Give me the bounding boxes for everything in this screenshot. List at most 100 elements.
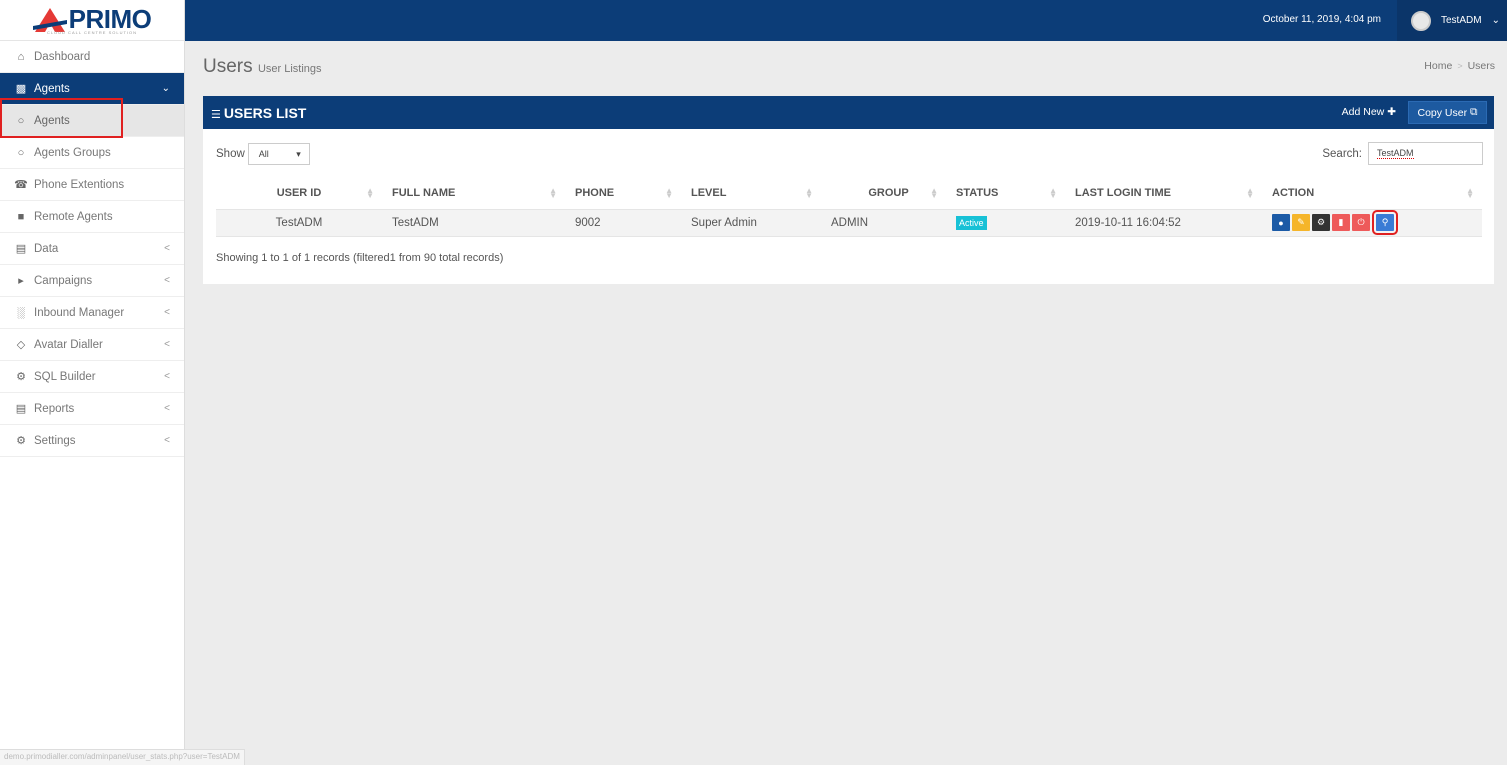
edit-button[interactable]: ✎ [1292, 214, 1310, 231]
sidebar-item-label: Dashboard [34, 50, 91, 63]
primo-logo-icon [32, 7, 67, 32]
chevron-left-icon: < [164, 435, 170, 446]
sort-icon: ▲ ▼ [805, 186, 813, 200]
breadcrumb-home[interactable]: Home [1424, 60, 1452, 72]
cell-actions: ● ✎ ⚙ ▮ ⏻ ⚲ [1262, 209, 1482, 237]
chevron-left-icon: < [164, 307, 170, 318]
sidebar-item-label: Remote Agents [34, 210, 113, 223]
sidebar-item-label: SQL Builder [34, 370, 96, 383]
sidebar-item-label: Inbound Manager [34, 306, 125, 319]
sidebar-item-reports[interactable]: ▤ Reports < [0, 393, 184, 425]
plus-icon: ✚ [1387, 106, 1396, 118]
column-header-full-name[interactable]: FULL NAME ▲ ▼ [382, 178, 565, 210]
page-header: Users User Listings [203, 56, 322, 78]
chevron-left-icon: < [164, 371, 170, 382]
top-bar: October 11, 2019, 4:04 pm TestADM ⌄ [185, 0, 1507, 41]
column-header-last-login[interactable]: LAST LOGIN TIME ▲ ▼ [1065, 178, 1262, 210]
sidebar-item-label: Campaigns [34, 274, 93, 287]
user-profile-button[interactable]: ● [1272, 214, 1290, 231]
sidebar: PRIMO CLOUD CALL CENTRE SOLUTION ⌂ Dashb… [0, 0, 185, 765]
panel-title: ☰ USERS LIST [211, 104, 307, 121]
status-badge: Active [956, 215, 987, 230]
power-icon: ⏻ [1357, 217, 1365, 227]
sort-icon: ▲ ▼ [549, 186, 557, 200]
sidebar-item-campaigns[interactable]: ▸ Campaigns < [0, 265, 184, 297]
column-header-phone[interactable]: PHONE ▲ ▼ [565, 178, 681, 210]
column-header-level[interactable]: LEVEL ▲ ▼ [681, 178, 821, 210]
page-title: Users [203, 56, 253, 77]
sidebar-item-label: Phone Extentions [34, 178, 125, 191]
panel-header: ☰ USERS LIST Add New ✚ Copy User ⧉ [203, 96, 1494, 129]
users-list-panel: ☰ USERS LIST Add New ✚ Copy User ⧉ Show A… [203, 96, 1494, 284]
add-new-button[interactable]: Add New ✚ [1342, 106, 1396, 118]
remote-user-icon: ■ [17, 210, 25, 223]
sidebar-item-settings[interactable]: ⚙ Settings < [0, 425, 184, 457]
users-icon: ▩ [15, 83, 27, 95]
sidebar-item-agents[interactable]: ○ Agents [0, 105, 184, 137]
cell-full-name: TestADM [382, 209, 565, 237]
sort-icon: ▲ ▼ [665, 186, 673, 200]
chevron-left-icon: < [164, 403, 170, 414]
column-header-status[interactable]: STATUS ▲ ▼ [946, 178, 1065, 210]
gear-icon: ⚙ [1316, 217, 1326, 227]
cell-level: Super Admin [681, 209, 821, 237]
status-bar-url: demo.primodialler.com/adminpanel/user_st… [0, 749, 245, 765]
chevron-left-icon: < [164, 275, 170, 286]
sort-icon: ▲ ▼ [1049, 186, 1057, 200]
avatar [1411, 10, 1431, 31]
search-input[interactable]: TestADM [1368, 142, 1483, 165]
user-outline-icon: ○ [17, 114, 25, 127]
sort-icon: ▲ ▼ [366, 186, 374, 200]
key-icon: ⚲ [1381, 217, 1389, 227]
table-row: TestADM TestADM 9002 Super Admin ADMIN A… [216, 209, 1482, 237]
column-header-group[interactable]: GROUP ▲ ▼ [821, 178, 946, 210]
chevron-left-icon: < [164, 243, 170, 254]
sidebar-item-agents-groups[interactable]: ○ Agents Groups [0, 137, 184, 169]
gear-icon: ⚙ [16, 435, 26, 447]
show-entries: Show All ▾ [216, 143, 310, 165]
trash-icon: ▮ [1338, 217, 1344, 227]
sidebar-item-phone-extentions[interactable]: ☎ Phone Extentions [0, 169, 184, 201]
user-icon: ● [1278, 217, 1284, 228]
column-header-user-id[interactable]: USER ID ▲ ▼ [216, 178, 382, 210]
edit-icon: ✎ [1297, 217, 1305, 227]
caret-down-icon: ▾ [296, 148, 301, 159]
group-icon: ○ [17, 146, 25, 159]
copy-user-button[interactable]: Copy User ⧉ [1408, 101, 1487, 124]
column-header-action[interactable]: ACTION ▲ ▼ [1262, 178, 1482, 210]
user-stats-button[interactable]: ⚲ [1372, 210, 1398, 235]
page-subtitle: User Listings [257, 63, 322, 75]
cell-user-id: TestADM [216, 209, 382, 237]
tag-icon: ◇ [16, 339, 26, 351]
breadcrumb-separator: > [1457, 61, 1463, 71]
brand-logo[interactable]: PRIMO CLOUD CALL CENTRE SOLUTION [0, 0, 184, 41]
user-menu[interactable]: TestADM ⌄ [1397, 0, 1507, 41]
logout-button[interactable]: ⏻ [1352, 214, 1370, 231]
megaphone-icon: ▸ [18, 275, 24, 287]
records-info: Showing 1 to 1 of 1 records (filtered1 f… [216, 252, 504, 264]
brand-name: PRIMO [68, 3, 152, 34]
sidebar-item-label: Avatar Dialler [34, 338, 103, 351]
users-table: USER ID ▲ ▼ FULL NAME ▲ ▼ PHONE ▲ ▼ LEVEL ▲ ▼ GR… [216, 178, 1482, 237]
sidebar-item-dashboard[interactable]: ⌂ Dashboard [0, 41, 184, 73]
sidebar-item-avatar-dialler[interactable]: ◇ Avatar Dialler < [0, 329, 184, 361]
breadcrumb-users: Users [1467, 60, 1495, 72]
sidebar-item-agents-group[interactable]: ▩ Agents ⌄ [0, 73, 184, 105]
sidebar-item-data[interactable]: ▤ Data < [0, 233, 184, 265]
current-datetime: October 11, 2019, 4:04 pm [1262, 14, 1381, 25]
database-icon: ▤ [15, 243, 27, 255]
copy-icon: ⧉ [1470, 106, 1478, 118]
table-header-row: USER ID ▲ ▼ FULL NAME ▲ ▼ PHONE ▲ ▼ LEVEL ▲ ▼ GR… [216, 178, 1482, 210]
sidebar-item-label: Agents [34, 82, 70, 95]
breadcrumb: Home > Users [1424, 60, 1495, 72]
home-icon: ⌂ [17, 50, 25, 63]
show-entries-select[interactable]: All ▾ [247, 143, 310, 165]
sidebar-item-remote-agents[interactable]: ■ Remote Agents [0, 201, 184, 233]
cell-group: ADMIN [821, 209, 946, 237]
sidebar-item-sql-builder[interactable]: ⚙ SQL Builder < [0, 361, 184, 393]
sort-icon: ▲ ▼ [930, 186, 938, 200]
settings-button[interactable]: ⚙ [1312, 214, 1330, 231]
sidebar-item-inbound-manager[interactable]: ░ Inbound Manager < [0, 297, 184, 329]
sidebar-item-label: Agents [34, 114, 70, 127]
delete-button[interactable]: ▮ [1332, 214, 1350, 231]
